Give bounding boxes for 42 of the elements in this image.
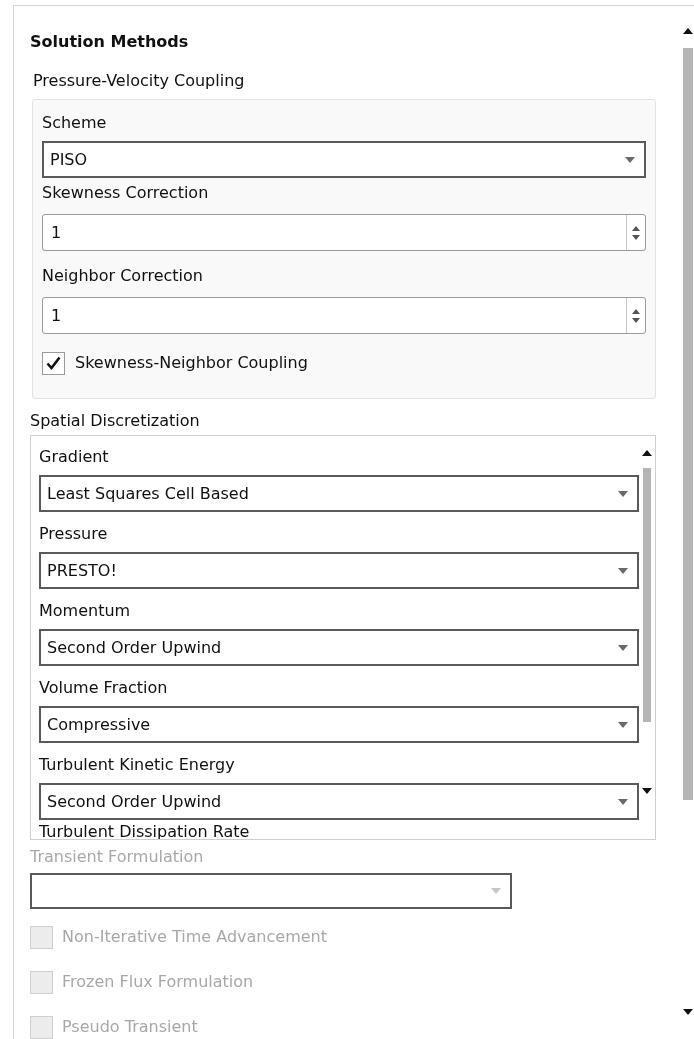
field-label: Pressure [39, 523, 109, 545]
group-title: Pressure-Velocity Coupling [33, 70, 246, 92]
dropdown[interactable]: Least Squares Cell Based [39, 475, 639, 512]
field-label: Scheme [42, 112, 108, 134]
panel-title: Solution Methods [30, 31, 190, 53]
checkmark-icon [46, 356, 61, 370]
group-title: Spatial Discretization [30, 410, 201, 432]
dropdown[interactable]: Second Order Upwind [39, 629, 639, 666]
checkbox[interactable] [42, 351, 65, 375]
field-label: Gradient [39, 446, 110, 468]
dropdown[interactable]: Compressive [39, 706, 639, 743]
checkbox-label: Pseudo Transient [62, 1016, 198, 1038]
checkbox-label: Non-Iterative Time Advancement [62, 926, 327, 948]
caret-icon [617, 566, 629, 575]
field-label: Volume Fraction [39, 677, 169, 699]
dropdown[interactable]: Second Order Upwind [39, 783, 639, 820]
caret-icon [624, 155, 636, 164]
dropdown[interactable]: PRESTO! [39, 552, 639, 589]
field-label: Skewness Correction [42, 182, 210, 204]
caret-icon [617, 797, 629, 806]
spin-arrows-icon[interactable] [631, 307, 641, 324]
scrollbar-thumb[interactable] [683, 48, 693, 800]
caret-icon [617, 643, 629, 652]
field-label: Transient Formulation [30, 845, 205, 868]
scroll-down-icon[interactable] [642, 788, 652, 794]
caret-icon [490, 886, 502, 895]
dropdown[interactable]: PISO [42, 141, 646, 178]
number-spinner[interactable]: 1 [42, 297, 646, 334]
dropdown[interactable] [30, 872, 512, 909]
field-label: Momentum [39, 600, 132, 622]
field-label: Turbulent Kinetic Energy [39, 754, 236, 776]
scrollbar-thumb[interactable] [643, 468, 651, 722]
scroll-down-icon[interactable] [683, 1009, 693, 1015]
scroll-up-icon[interactable] [683, 28, 693, 34]
checkbox-label: Frozen Flux Formulation [62, 971, 254, 993]
spin-arrows-icon[interactable] [631, 224, 641, 241]
checkbox-label: Skewness-Neighbor Coupling [75, 352, 308, 374]
number-spinner[interactable]: 1 [42, 214, 646, 251]
caret-icon [617, 720, 629, 729]
caret-icon [617, 489, 629, 498]
scroll-up-icon[interactable] [642, 450, 652, 456]
field-label: Neighbor Correction [42, 265, 204, 287]
